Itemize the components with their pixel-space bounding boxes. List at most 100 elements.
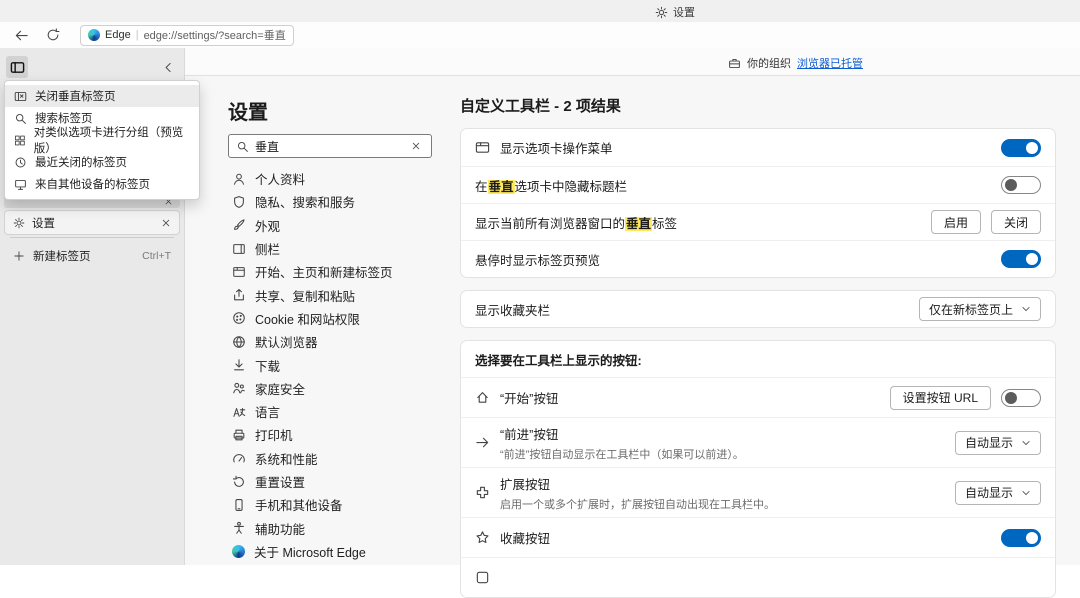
toggle-hide-title-bar[interactable] — [1001, 176, 1041, 194]
nav-item-about-edge[interactable]: 关于 Microsoft Edge — [222, 540, 445, 563]
vertical-tabs-off-icon — [14, 91, 27, 101]
settings-search-box[interactable] — [228, 134, 432, 158]
nav-item-default-browser[interactable]: 默认浏览器 — [222, 330, 445, 353]
menu-item-group-tabs[interactable]: 对类似选项卡进行分组（预览版） — [5, 127, 199, 155]
row-forward-button: “前进”按钮 “前进”按钮自动显示在工具栏中（如果可以前进）。 自动显示 — [461, 417, 1055, 467]
language-icon — [233, 407, 246, 417]
gear-icon — [655, 6, 668, 18]
site-chip-label: Edge — [105, 29, 131, 41]
home-icon — [477, 392, 488, 403]
nav-item-share-copy-paste[interactable]: 共享、复制和粘贴 — [222, 283, 445, 306]
nav-item-printers[interactable]: 打印机 — [222, 423, 445, 446]
reset-icon — [232, 475, 244, 487]
plus-icon — [14, 251, 24, 261]
nav-item-languages[interactable]: 语言 — [222, 400, 445, 423]
toggle-home-button[interactable] — [1001, 388, 1041, 407]
vertical-tabs-header — [6, 56, 178, 78]
managed-prefix: 你的组织 — [747, 58, 791, 70]
share-icon — [234, 289, 244, 301]
tab-favicon-gear-icon — [13, 217, 25, 228]
row-home-button: “开始”按钮 设置按钮 URL — [461, 377, 1055, 417]
nav-item-downloads[interactable]: 下载 — [222, 353, 445, 376]
gauge-icon — [233, 454, 245, 463]
settings-nav-list: 个人资料 隐私、搜索和服务 外观 侧栏 开始、主页和新建标签页 共享、复制和粘贴 — [222, 167, 445, 563]
row-label: 收藏按钮 — [500, 532, 551, 546]
close-tab-icon[interactable] — [161, 218, 171, 228]
row-tab-actions-menu: 显示选项卡操作菜单 — [461, 129, 1055, 166]
nav-item-cookies-permissions[interactable]: Cookie 和网站权限 — [222, 307, 445, 330]
row-label: 在垂直选项卡中隐藏标题栏 — [475, 179, 628, 194]
nav-item-profiles[interactable]: 个人资料 — [222, 167, 445, 190]
extensions-button-dropdown[interactable]: 自动显示 — [954, 480, 1041, 505]
tab-actions-menu-button[interactable] — [6, 56, 28, 78]
nav-item-start-home-newtab[interactable]: 开始、主页和新建标签页 — [222, 260, 445, 283]
toggle-favorites-button[interactable] — [1001, 528, 1041, 547]
nav-item-phone-devices[interactable]: 手机和其他设备 — [222, 493, 445, 516]
card-tab-settings: 显示选项卡操作菜单 在垂直选项卡中隐藏标题栏 显示当前所有浏览器窗口的垂直标签 … — [460, 128, 1056, 278]
card-toolbar-buttons: 选择要在工具栏上显示的按钮: “开始”按钮 设置按钮 URL “前进”按钮 “前… — [460, 340, 1056, 598]
toggle-tab-actions-menu[interactable] — [1001, 138, 1041, 157]
clear-search-button[interactable] — [408, 138, 424, 154]
nav-item-family-safety[interactable]: 家庭安全 — [222, 377, 445, 400]
tab-actions-menu: 关闭垂直标签页 搜索标签页 对类似选项卡进行分组（预览版） 最近关闭的标签页 来… — [4, 80, 200, 200]
search-icon — [15, 113, 26, 124]
new-tab-shortcut: Ctrl+T — [142, 250, 171, 262]
menu-item-tabs-from-devices[interactable]: 来自其他设备的标签页 — [5, 173, 199, 195]
toggle-hover-preview[interactable] — [1001, 250, 1041, 268]
tab-item-settings[interactable]: 设置 — [4, 210, 180, 235]
nav-item-accessibility[interactable]: 辅助功能 — [222, 516, 445, 539]
back-arrow-icon — [15, 30, 28, 40]
row-partial-clipped — [461, 557, 1055, 597]
settings-search-input[interactable] — [255, 139, 402, 153]
address-divider: | — [135, 29, 139, 41]
row-label: 显示当前所有浏览器窗口的垂直标签 — [475, 216, 678, 231]
address-bar[interactable]: Edge | edge://settings/?search=垂直 — [80, 24, 294, 46]
nav-item-appearance[interactable]: 外观 — [222, 214, 445, 237]
nav-item-system-performance[interactable]: 系统和性能 — [222, 447, 445, 470]
nav-item-sidebar[interactable]: 侧栏 — [222, 237, 445, 260]
person-icon — [233, 173, 245, 185]
refresh-button[interactable] — [42, 25, 64, 45]
row-label: 扩展按钮 — [500, 477, 551, 492]
row-label: 显示选项卡操作菜单 — [500, 142, 613, 156]
menu-item-label: 关闭垂直标签页 — [35, 91, 116, 103]
phone-icon — [235, 498, 243, 511]
turn-off-button[interactable]: 关闭 — [990, 210, 1041, 234]
edge-logo-icon — [232, 544, 245, 558]
chevron-down-icon — [1022, 440, 1030, 445]
window-title-text: 设置 — [673, 7, 695, 19]
menu-item-label: 对类似选项卡进行分组（预览版） — [33, 127, 184, 155]
nav-item-reset-settings[interactable]: 重置设置 — [222, 470, 445, 493]
page-title: 自定义工具栏 - 2 项结果 — [460, 98, 621, 115]
collapse-pane-button[interactable] — [158, 57, 178, 77]
tab-title: 设置 — [32, 217, 55, 230]
search-highlight: 垂直 — [625, 216, 653, 231]
paintbrush-icon — [234, 219, 245, 231]
row-favorites-button: 收藏按钮 — [461, 517, 1055, 557]
family-icon — [233, 383, 245, 394]
refresh-icon — [47, 28, 60, 41]
settings-nav: 设置 个人资料 隐私、搜索和服务 外观 — [185, 76, 445, 565]
chevron-left-icon — [165, 62, 171, 72]
search-highlight: 垂直 — [487, 179, 515, 194]
forward-arrow-icon — [476, 437, 489, 448]
forward-button-dropdown[interactable]: 自动显示 — [954, 430, 1041, 455]
managed-banner: 你的组织 浏览器已托管 — [185, 48, 1080, 76]
row-extensions-button: 扩展按钮 启用一个或多个扩展时，扩展按钮自动出现在工具栏中。 自动显示 — [461, 467, 1055, 517]
tabs-divider — [10, 237, 174, 238]
close-icon — [412, 142, 420, 150]
window-titlebar: 设置 — [0, 0, 1080, 22]
favorites-bar-dropdown[interactable]: 仅在新标签页上 — [918, 297, 1041, 321]
managed-link[interactable]: 浏览器已托管 — [797, 55, 863, 71]
row-hover-preview: 悬停时显示标签页预览 — [461, 240, 1055, 277]
star-icon — [476, 531, 489, 544]
back-button[interactable] — [10, 25, 32, 45]
menu-item-close-vertical-tabs[interactable]: 关闭垂直标签页 — [5, 85, 199, 107]
row-hide-title-bar: 在垂直选项卡中隐藏标题栏 — [461, 166, 1055, 203]
new-tab-button[interactable]: 新建标签页 Ctrl+T — [4, 244, 180, 268]
settings-nav-title: 设置 — [228, 102, 268, 124]
enable-button[interactable]: 启用 — [930, 210, 981, 234]
nav-item-privacy[interactable]: 隐私、搜索和服务 — [222, 190, 445, 213]
set-button-url-button[interactable]: 设置按钮 URL — [889, 385, 991, 410]
row-text: “前进”按钮 “前进”按钮自动显示在工具栏中（如果可以前进）。 — [500, 424, 945, 462]
